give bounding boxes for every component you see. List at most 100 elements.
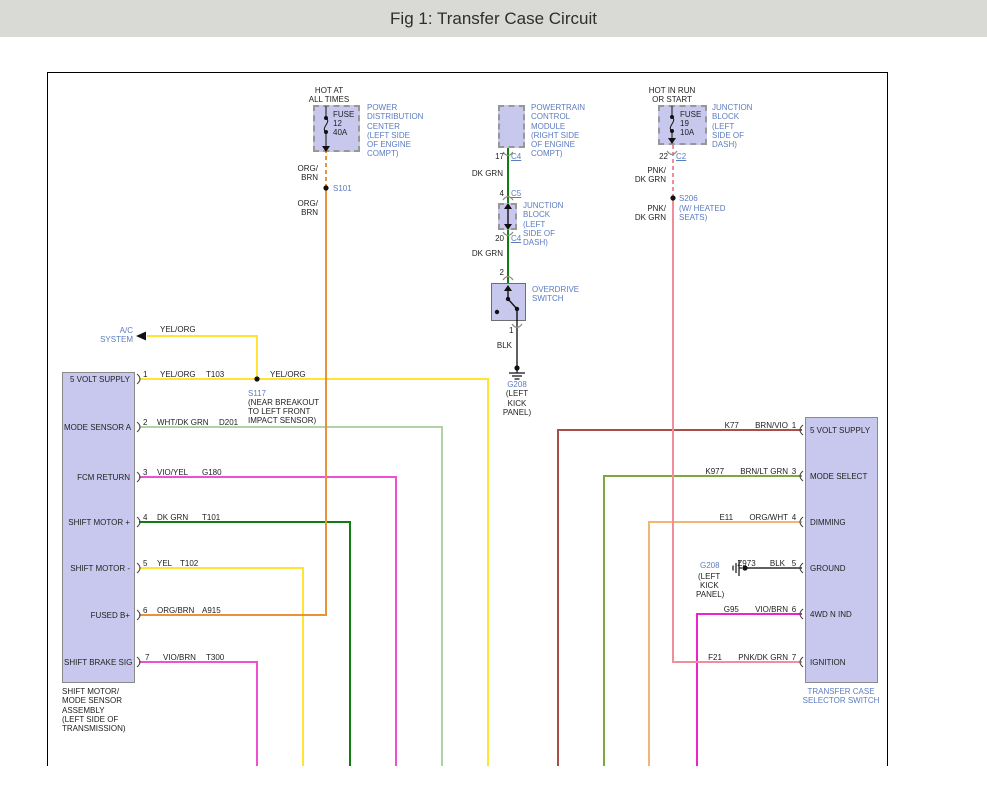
s206-note-1: (W/ HEATED: [679, 204, 726, 213]
lb-pin2-wire: WHT/DK GRN: [157, 418, 209, 427]
lb-pin6-wire: ORG/BRN: [157, 606, 195, 615]
org-brn-label-2a: ORG/: [297, 199, 318, 208]
lb-pin1-code: T103: [206, 370, 225, 379]
lb-pin3-code: G180: [202, 468, 222, 477]
splice-s117-label: S117: [248, 389, 267, 398]
rb-pin4-wire-labels: E11 ORG/WHT: [719, 513, 788, 522]
all-times-label: ALL TIMES: [308, 95, 350, 104]
s117-note-2: TO LEFT FRONT: [248, 407, 311, 416]
fuse19-rating: 10A: [680, 128, 695, 137]
left-block-caption: SHIFT MOTOR/MODE SENSOR ASSEMBLY (LEFT SI…: [62, 687, 126, 734]
rb-pin3-wire-labels: K977 BRN/LT GRN: [705, 467, 788, 476]
splice-s101-label: S101: [333, 184, 352, 193]
org-brn-label-1a: ORG/: [297, 164, 318, 173]
hot-in-run-label: HOT IN RUN: [648, 86, 696, 95]
figure-title-bar: Fig 1: Transfer Case Circuit: [0, 0, 987, 37]
lb-pin2-code: D201: [219, 418, 239, 427]
pdc-label: POWER DISTRIBUTION CENTER (LEFT SIDE OF EN…: [367, 103, 424, 159]
hot-at-label: HOT AT: [314, 86, 344, 95]
lb-pin5-num: 5: [143, 559, 148, 568]
fuse12-number: 12: [333, 119, 342, 128]
rb-pin4-label: DIMMING: [810, 518, 846, 527]
dk-grn-label-2: DK GRN: [471, 249, 503, 258]
switch-pin-2: 2: [499, 268, 504, 277]
rb-pin5-label: GROUND: [810, 564, 846, 573]
lb-pin7-wire: VIO/BRN: [163, 653, 196, 662]
blk-label: BLK: [496, 341, 512, 350]
lb-pin1-wire: YEL/ORG: [160, 370, 196, 379]
rb-pin7-num: 7: [791, 653, 797, 662]
rb-pin6-label: 4WD N IND: [810, 610, 852, 619]
lb-pin3-label: FCM RETURN: [77, 473, 130, 482]
lb-pin7-code: T300: [206, 653, 225, 662]
lb-pin2-num: 2: [143, 418, 148, 427]
fuse19-jb-label: JUNCTION BLOCK (LEFT SIDE OF DASH): [712, 103, 753, 150]
overdrive-switch-box: [491, 283, 526, 321]
transfer-case-selector-block: [805, 417, 878, 683]
pcm-pin-17: 17: [495, 152, 504, 161]
right-block-caption: TRANSFER CASE SELECTOR SWITCH: [802, 687, 880, 706]
connector-c4-link[interactable]: C4: [511, 152, 521, 161]
connector-c5-link[interactable]: C5: [511, 189, 521, 198]
lb-pin1-label: 5 VOLT SUPPLY: [69, 375, 130, 384]
lb-pin1-num: 1: [143, 370, 148, 379]
lb-pin4-num: 4: [143, 513, 148, 522]
rb-pin3-label: MODE SELECT: [810, 472, 868, 481]
org-brn-label-2b: BRN: [301, 208, 318, 217]
or-start-label: OR START: [652, 95, 692, 104]
lb-pin7-num: 7: [145, 653, 150, 662]
lb-pin4-wire: DK GRN: [157, 513, 189, 522]
jb-pin-4: 4: [499, 189, 504, 198]
ac-wire-label: YEL/ORG: [160, 325, 196, 334]
ac-system-label-2: SYSTEM: [100, 335, 133, 344]
junction-block-box: [498, 203, 517, 230]
fuse12-text: FUSE: [333, 110, 355, 119]
s206-note-2: SEATS): [679, 213, 708, 222]
pnk-dk-grn-1b: DK GRN: [634, 175, 666, 184]
pnk-dk-grn-2a: PNK/: [647, 204, 666, 213]
s117-note-1: (NEAR BREAKOUT: [248, 398, 320, 407]
rb-pin1-num: 1: [791, 421, 797, 430]
connector-c2-link[interactable]: C2: [676, 152, 686, 161]
ac-system-label-1: A/C: [119, 326, 133, 335]
org-brn-label-1b: BRN: [301, 173, 318, 182]
rb-pin6-num: 6: [791, 605, 797, 614]
fuse12-rating: 40A: [333, 128, 348, 137]
f19-pin-22: 22: [659, 152, 668, 161]
figure-title: Fig 1: Transfer Case Circuit: [390, 9, 597, 28]
overdrive-switch-label: OVERDRIVE SWITCH: [532, 285, 580, 304]
rb-pin4-num: 4: [791, 513, 797, 522]
ground-g208-right-label: G208: [700, 561, 720, 570]
rb-pin3-num: 3: [791, 467, 797, 476]
pnk-dk-grn-1a: PNK/: [647, 166, 666, 175]
lb-pin7-label: SHIFT BRAKE SIG: [64, 658, 133, 667]
lb-pin3-num: 3: [143, 468, 148, 477]
rb-pin5-num: 5: [791, 559, 797, 568]
junction-block-label: JUNCTION BLOCK (LEFT SIDE OF DASH): [523, 201, 564, 248]
splice-s206-label: S206: [679, 194, 698, 203]
g208-right-loc-2: KICK: [700, 581, 719, 590]
lb-pin6-label: FUSED B+: [90, 611, 130, 620]
rb-pin1-wire-labels: K77 BRN/VIO: [724, 421, 788, 430]
rb-pin7-label: IGNITION: [810, 658, 846, 667]
switch-pin-1: 1: [509, 326, 514, 335]
lb-pin5-label: SHIFT MOTOR -: [70, 564, 130, 573]
fuse19-text: FUSE: [680, 110, 702, 119]
lb-pin6-code: A915: [202, 606, 221, 615]
lb-pin4-label: SHIFT MOTOR +: [68, 518, 130, 527]
yel-org-after-splice: YEL/ORG: [270, 370, 306, 379]
lb-pin6-num: 6: [143, 606, 148, 615]
jb-pin-20: 20: [495, 234, 504, 243]
g208-right-loc-3: PANEL): [696, 590, 725, 599]
ground-g208-label: G208 (LEFT KICK PANEL): [502, 380, 532, 417]
pnk-dk-grn-2b: DK GRN: [634, 213, 666, 222]
lb-pin4-code: T101: [202, 513, 221, 522]
lb-pin5-wire: YEL: [157, 559, 173, 568]
fuse19-number: 19: [680, 119, 689, 128]
rb-pin6-wire-labels: G95 VIO/BRN: [723, 605, 788, 614]
connector-c4b-link[interactable]: C4: [511, 234, 521, 243]
shift-motor-assembly-block: [62, 372, 135, 683]
pcm-box: [498, 105, 525, 148]
g208-right-loc-1: (LEFT: [698, 572, 721, 581]
dk-grn-label-1: DK GRN: [471, 169, 503, 178]
